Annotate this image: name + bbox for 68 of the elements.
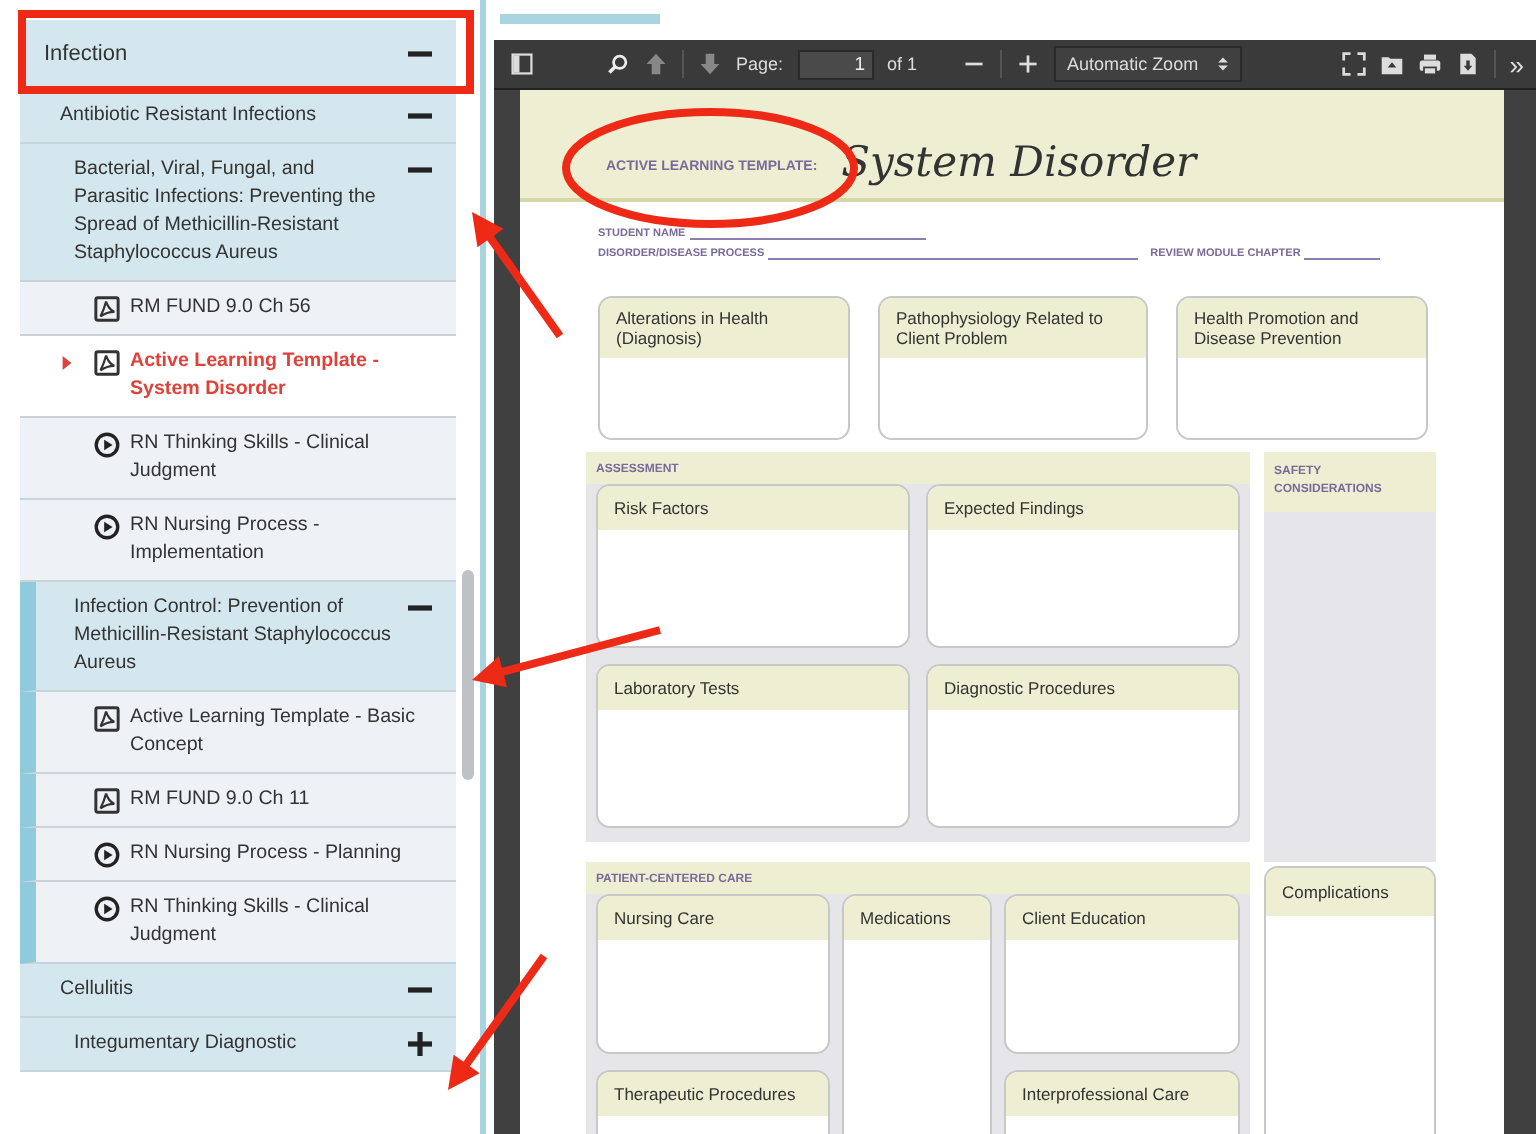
box-heading: Therapeutic Procedures bbox=[598, 1072, 828, 1116]
scrollbar-thumb[interactable] bbox=[462, 570, 474, 780]
box-heading: Nursing Care bbox=[598, 896, 828, 940]
pdf-file-icon bbox=[94, 706, 120, 732]
item-label: RN Thinking Skills - Clinical Judgment bbox=[130, 430, 372, 486]
folder-icon[interactable] bbox=[1379, 52, 1404, 76]
item-label: RN Nursing Process - Implementation bbox=[130, 512, 322, 568]
pointer-arrow bbox=[448, 953, 548, 1090]
box-heading: Health Promotion and Disease Prevention bbox=[1178, 298, 1426, 358]
page-count: of 1 bbox=[887, 54, 918, 74]
tree-item[interactable]: RM FUND 9.0 Ch 56 bbox=[20, 282, 456, 336]
item-label: RN Nursing Process - Planning bbox=[130, 840, 404, 868]
tree-item[interactable]: Infection Control: Prevention of Methicillin-Resistant Staphylococcus Aureus bbox=[20, 582, 456, 692]
plus-icon[interactable] bbox=[408, 1032, 432, 1056]
item-label: Infection Control: Prevention of Methicillin-Resistant Staphylococcus Aureus bbox=[74, 594, 392, 678]
sidebar-toggle-icon[interactable] bbox=[510, 52, 534, 76]
zoom-in-icon[interactable] bbox=[1015, 52, 1040, 76]
dropdown-arrows-icon bbox=[1218, 56, 1229, 72]
box-heading: Risk Factors bbox=[598, 486, 908, 530]
box-heading: Complications bbox=[1266, 868, 1434, 916]
more-tools-button[interactable]: » bbox=[1509, 49, 1528, 79]
page-label: Page: bbox=[736, 54, 784, 74]
box-heading: Alterations in Health (Diagnosis) bbox=[600, 298, 848, 358]
tree-item[interactable]: Cellulitis bbox=[20, 964, 456, 1018]
item-label: RN Thinking Skills - Clinical Judgment bbox=[130, 894, 372, 950]
tree-item[interactable]: Antibiotic Resistant Infections bbox=[20, 90, 456, 144]
tree-item[interactable]: Bacterial, Viral, Fungal, and Parasitic Infections: Preventing the Spread of Methicillin-Resistant Staphylococcus Aureus bbox=[20, 144, 456, 282]
up-arrow-icon[interactable] bbox=[644, 52, 668, 76]
pdf-file-icon bbox=[94, 296, 120, 322]
tree-item[interactable]: RN Nursing Process - Implementation bbox=[20, 500, 456, 582]
tree-item[interactable]: Active Learning Template - Basic Concept bbox=[20, 692, 456, 774]
item-label: Cellulitis bbox=[60, 976, 135, 1004]
print-icon[interactable] bbox=[1417, 52, 1442, 76]
box-heading: Pathophysiology Related to Client Problem bbox=[880, 298, 1146, 358]
item-label: Antibiotic Resistant Infections bbox=[60, 102, 318, 130]
play-circle-icon bbox=[94, 514, 120, 540]
item-label: Active Learning Template - System Disorder bbox=[130, 348, 381, 404]
pointer-arrow bbox=[472, 212, 564, 339]
pdf-file-icon bbox=[94, 788, 120, 814]
item-label: RM FUND 9.0 Ch 11 bbox=[130, 786, 312, 814]
zoom-dropdown[interactable]: Automatic Zoom bbox=[1053, 46, 1243, 82]
pdf-file-icon bbox=[94, 350, 120, 376]
item-label: Integumentary Diagnostic bbox=[74, 1030, 299, 1058]
tree-item[interactable]: RN Thinking Skills - Clinical Judgment bbox=[20, 418, 456, 500]
search-icon[interactable] bbox=[606, 52, 630, 76]
item-label: Infection bbox=[44, 40, 130, 68]
box-heading: Client Education bbox=[1006, 896, 1238, 940]
caret-icon bbox=[62, 356, 72, 370]
play-circle-icon bbox=[94, 842, 120, 868]
fullscreen-icon[interactable] bbox=[1341, 52, 1366, 76]
play-circle-icon bbox=[94, 432, 120, 458]
download-icon[interactable] bbox=[1455, 52, 1480, 76]
down-arrow-icon[interactable] bbox=[698, 52, 722, 76]
item-label: Bacterial, Viral, Fungal, and Parasitic Infections: Preventing the Spread of Methicillin-Resistant Staphylococcus Aureus bbox=[74, 156, 378, 268]
page-number-field[interactable]: 1 bbox=[797, 49, 874, 79]
box-heading: Medications bbox=[844, 896, 990, 940]
tree-item[interactable]: RN Nursing Process - Planning bbox=[20, 828, 456, 882]
play-circle-icon bbox=[94, 896, 120, 922]
box-heading: Diagnostic Procedures bbox=[928, 666, 1238, 710]
tree-item[interactable]: Integumentary Diagnostic bbox=[20, 1018, 456, 1072]
tree-item[interactable]: Infection bbox=[20, 20, 456, 90]
item-label: RM FUND 9.0 Ch 56 bbox=[130, 294, 313, 322]
tree-item[interactable]: RN Thinking Skills - Clinical Judgment bbox=[20, 882, 456, 964]
tree-item[interactable]: RM FUND 9.0 Ch 11 bbox=[20, 774, 456, 828]
item-label: Active Learning Template - Basic Concept bbox=[130, 704, 417, 760]
box-heading: Interprofessional Care bbox=[1006, 1072, 1238, 1116]
box-heading: Expected Findings bbox=[928, 486, 1238, 530]
box-heading: Laboratory Tests bbox=[598, 666, 908, 710]
